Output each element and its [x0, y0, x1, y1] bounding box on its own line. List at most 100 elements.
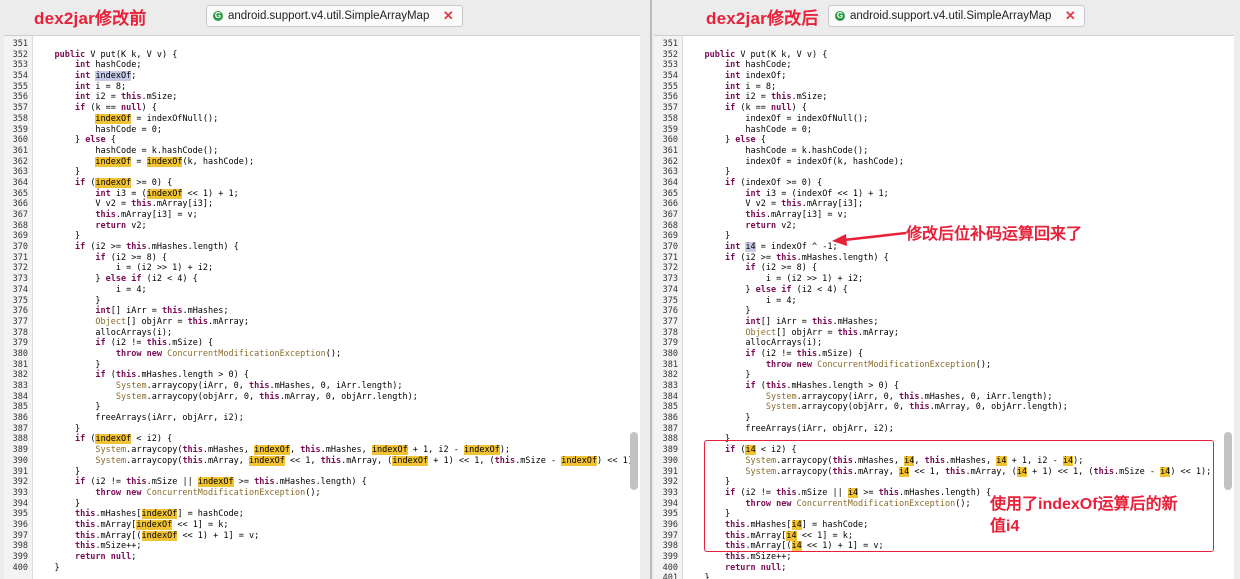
line-number: 379: [12, 338, 28, 349]
line-number: 399: [12, 552, 28, 562]
left-editor-tab[interactable]: G android.support.v4.util.SimpleArrayMap…: [206, 5, 464, 27]
code-token: indexOf: [463, 445, 500, 456]
code-token: }: [684, 135, 736, 146]
line-number: 357: [12, 103, 28, 114]
code-line: 387 freeArrays(iArr, objArr, i2);: [654, 424, 1234, 435]
code-token: indexOf: [136, 519, 173, 530]
code-token: .mArray[: [95, 519, 137, 530]
code-token: = indexOfNull();: [131, 113, 219, 124]
code-token: this: [494, 455, 516, 466]
left-scrollbar[interactable]: [630, 40, 638, 573]
code-token: this: [126, 477, 147, 488]
line-number: 395: [662, 509, 678, 520]
code-line: 372 if (i2 >= 8) {: [654, 263, 1234, 274]
line-number: 376: [662, 306, 678, 317]
code-line: 355 int i = 8;: [4, 82, 640, 93]
code-token: this: [187, 316, 209, 327]
left-code-editor[interactable]: 351 352 public V put(K k, V v) {353 int h…: [4, 35, 640, 579]
code-token: }: [34, 359, 101, 370]
code-token: V put(K k, V v) {: [85, 49, 178, 60]
code-line: 377 int[] iArr = this.mHashes;: [654, 317, 1234, 328]
code-token: else if: [105, 274, 142, 285]
line-number: 364: [662, 177, 678, 188]
code-token: (i2 >=: [85, 242, 127, 253]
line-number: 383: [662, 381, 678, 391]
right-tab-bar: dex2jar修改后 G android.support.v4.util.Sim…: [652, 0, 1240, 30]
code-token: (k, hashCode);: [182, 156, 255, 167]
code-token: }: [34, 466, 81, 477]
code-token: indexOf: [561, 455, 598, 466]
code-token: [] objArr =: [126, 316, 188, 327]
code-token: v2;: [776, 220, 797, 231]
code-token: }: [34, 423, 81, 434]
code-token: << 1) + 1] = v;: [177, 530, 260, 541]
code-line: 398 this.mSize++;: [4, 541, 640, 552]
code-token: if: [74, 434, 86, 445]
code-line: 380 if (i2 != this.mSize) {: [654, 349, 1234, 360]
close-tab-icon[interactable]: ✕: [442, 9, 454, 22]
code-token: }: [684, 231, 731, 242]
code-token: System: [95, 455, 127, 466]
code-token: System: [765, 402, 797, 413]
code-token: this: [776, 252, 797, 263]
line-number: 355: [12, 81, 28, 92]
class-file-icon: G: [835, 11, 845, 21]
code-token: this: [837, 327, 859, 338]
code-token: return: [95, 220, 127, 231]
code-token: int: [745, 188, 761, 199]
code-line: 376 }: [654, 306, 1234, 317]
left-scrollbar-thumb[interactable]: [630, 432, 638, 490]
code-token: indexOf: [95, 71, 132, 82]
right-scrollbar-thumb[interactable]: [1224, 432, 1232, 490]
code-token: i = 8;: [740, 81, 777, 92]
code-token: freeArrays(iArr, objArr, i2);: [34, 413, 244, 424]
line-number: 370: [662, 242, 678, 253]
code-line: 352 public V put(K k, V v) {: [4, 50, 640, 61]
code-token: i = 8;: [90, 81, 127, 92]
code-token: int: [745, 316, 761, 327]
line-number: 396: [662, 519, 678, 530]
code-token: .mSize -: [515, 455, 562, 466]
right-scrollbar[interactable]: [1224, 40, 1232, 573]
code-token: .mArray, (: [341, 455, 393, 466]
code-line: 399 this.mSize++;: [654, 552, 1234, 563]
code-line: 356 int i2 = this.mSize;: [4, 92, 640, 103]
close-tab-icon[interactable]: ✕: [1064, 9, 1076, 22]
code-line: 380 throw new ConcurrentModificationExce…: [4, 349, 640, 360]
class-file-icon: G: [213, 11, 223, 21]
code-line: 382 }: [654, 370, 1234, 381]
code-token: .mSize ||: [146, 477, 198, 488]
line-number: 393: [12, 487, 28, 498]
code-token: .mHashes;: [182, 306, 229, 317]
line-number: 387: [12, 423, 28, 434]
line-number: 378: [662, 327, 678, 338]
code-line: 389 System.arraycopy(this.mHashes, index…: [4, 445, 640, 456]
line-number: 381: [12, 359, 28, 370]
right-editor-tab[interactable]: G android.support.v4.util.SimpleArrayMap…: [828, 5, 1086, 27]
code-line: 366 V v2 = this.mArray[i3];: [4, 199, 640, 210]
code-line: 371 if (i2 >= 8) {: [4, 253, 640, 264]
code-line: 374 } else if (i2 < 4) {: [654, 285, 1234, 296]
code-token: }: [684, 573, 710, 579]
code-token: .mArray,: [202, 455, 249, 466]
code-line: 372 i = (i2 >> 1) + i2;: [4, 263, 640, 274]
line-number: 354: [662, 71, 678, 82]
code-line: 373 i = (i2 >> 1) + i2;: [654, 274, 1234, 285]
code-token: throw new: [115, 348, 162, 359]
code-token: this: [182, 445, 203, 456]
line-number: 372: [662, 263, 678, 274]
code-line: 351: [654, 39, 1234, 50]
line-number: 352: [662, 49, 678, 60]
left-code-lines: 351 352 public V put(K k, V v) {353 int h…: [4, 39, 640, 573]
code-line: 361 hashCode = k.hashCode();: [654, 146, 1234, 157]
code-token: i2 =: [740, 92, 772, 103]
